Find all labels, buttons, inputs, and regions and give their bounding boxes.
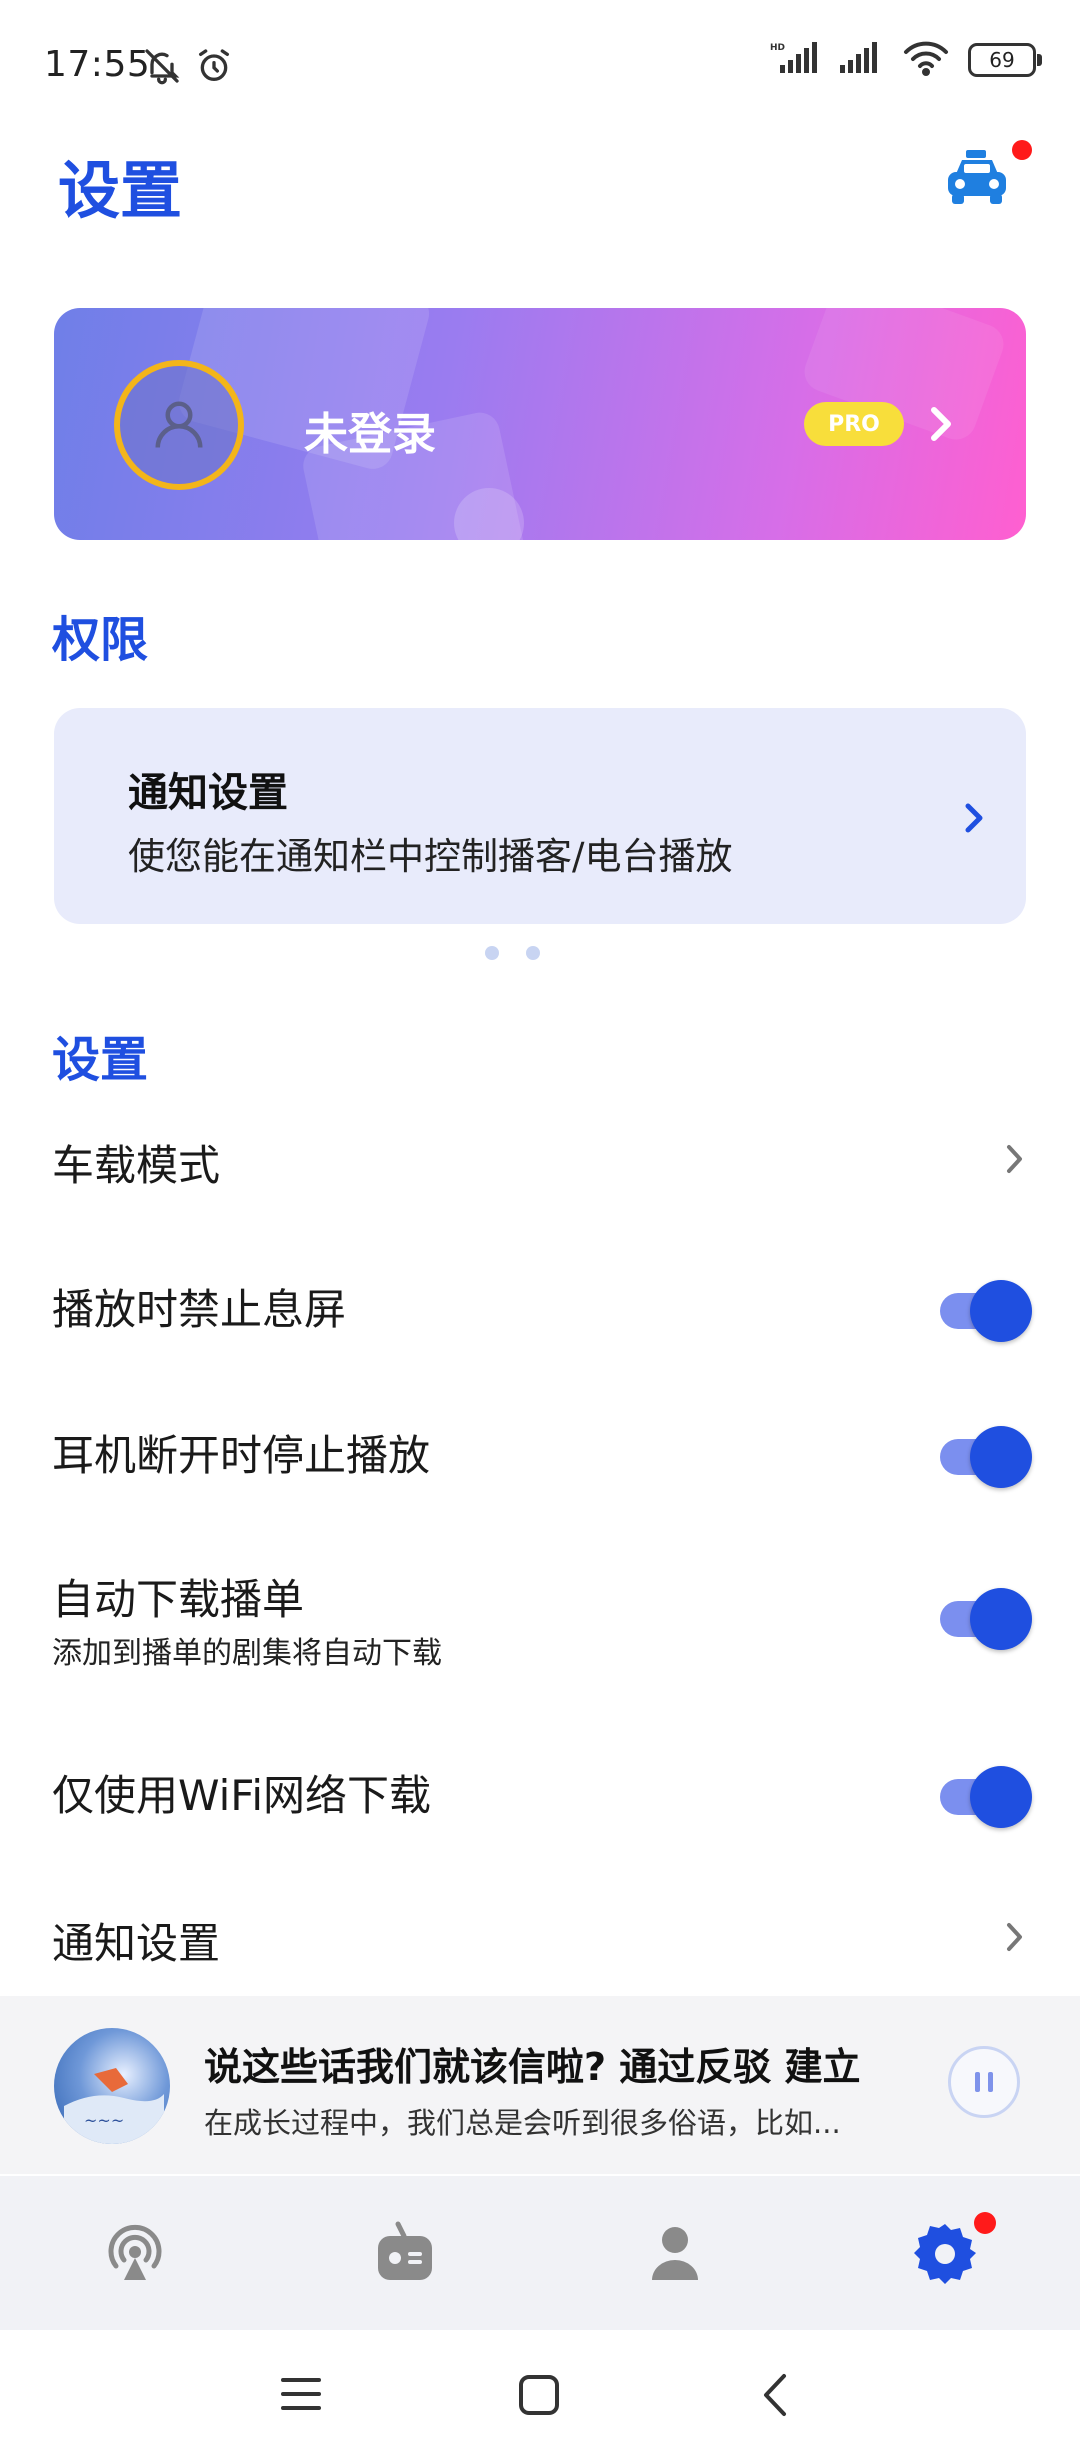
toggle-switch[interactable] — [936, 1278, 1032, 1342]
status-icons: HD 69 — [770, 40, 1042, 80]
chevron-right-icon — [1004, 1918, 1026, 1960]
battery-icon: 69 — [968, 43, 1042, 77]
notification-dot — [974, 2212, 996, 2234]
row-label: 车载模式 — [52, 1141, 221, 1190]
car-mode-button[interactable] — [944, 140, 1032, 212]
hd-signal-icon: HD — [770, 41, 820, 79]
svg-text:~~~: ~~~ — [84, 2111, 124, 2130]
settings-heading: 设置 — [52, 1032, 149, 1088]
login-status[interactable]: 未登录 — [304, 398, 436, 462]
row-label: 耳机断开时停止播放 — [52, 1431, 431, 1480]
chevron-right-icon[interactable] — [924, 396, 958, 456]
alarm-icon — [194, 46, 234, 90]
back-icon[interactable] — [760, 2372, 790, 2422]
chevron-right-icon — [962, 798, 986, 842]
episode-subtitle: 在成长过程中，我们总是会听到很多俗语，比如... — [204, 2106, 841, 2140]
wifi-icon — [902, 40, 950, 80]
toggle-switch[interactable] — [936, 1764, 1032, 1828]
bell-off-icon — [142, 46, 182, 90]
bottom-navigation — [0, 2176, 1080, 2330]
episode-title: 说这些话我们就该信啦? 通过反驳 建立 — [204, 2045, 861, 2089]
nav-radio[interactable] — [370, 2218, 440, 2288]
nav-profile[interactable] — [640, 2218, 710, 2288]
notification-dot — [1012, 140, 1032, 160]
row-sublabel: 添加到播单的剧集将自动下载 — [52, 1636, 442, 1671]
row-label: 播放时禁止息屏 — [52, 1285, 347, 1334]
pro-badge[interactable]: PRO — [804, 402, 904, 446]
toggle-switch[interactable] — [936, 1586, 1032, 1650]
settings-row-car-mode[interactable]: 车载模式 — [52, 1128, 1032, 1208]
chevron-right-icon — [1004, 1140, 1026, 1182]
profile-icon — [652, 2227, 698, 2280]
notification-permission-card[interactable]: 通知设置 使您能在通知栏中控制播客/电台播放 — [54, 708, 1026, 924]
nav-settings[interactable] — [910, 2212, 996, 2288]
podcast-icon — [108, 2224, 162, 2280]
pause-icon — [975, 2072, 980, 2092]
page-title: 设置 — [58, 154, 183, 227]
row-label: 自动下载播单 — [52, 1575, 305, 1624]
settings-row-wifi-only[interactable]: 仅使用WiFi网络下载 — [52, 1756, 1032, 1836]
avatar[interactable] — [114, 360, 244, 490]
row-label: 通知设置 — [52, 1919, 221, 1968]
settings-row-notification[interactable]: 通知设置 — [52, 1906, 1032, 1986]
settings-row-stop-on-headphone-disconnect[interactable]: 耳机断开时停止播放 — [52, 1416, 1032, 1496]
row-label: 仅使用WiFi网络下载 — [52, 1771, 432, 1820]
pause-button[interactable] — [948, 2046, 1020, 2118]
user-icon — [155, 401, 203, 448]
settings-icon — [914, 2224, 976, 2284]
toggle-switch[interactable] — [936, 1424, 1032, 1488]
home-icon[interactable] — [518, 2374, 560, 2420]
menu-icon[interactable] — [280, 2374, 322, 2418]
signal-icon — [838, 41, 884, 79]
pager-dot — [485, 946, 499, 960]
permissions-heading: 权限 — [52, 612, 149, 668]
perm-card-desc: 使您能在通知栏中控制播客/电台播放 — [128, 835, 733, 878]
system-navigation-bar — [0, 2330, 1080, 2460]
nav-podcast[interactable] — [100, 2218, 170, 2288]
perm-card-title: 通知设置 — [128, 770, 288, 816]
settings-row-auto-download[interactable]: 自动下载播单 添加到播单的剧集将自动下载 — [52, 1566, 1032, 1676]
profile-card[interactable]: 未登录 PRO — [54, 308, 1026, 540]
settings-row-keep-screen-on[interactable]: 播放时禁止息屏 — [52, 1270, 1032, 1350]
svg-text:HD: HD — [770, 43, 785, 53]
pager-dot — [526, 946, 540, 960]
car-icon — [948, 150, 1006, 204]
radio-icon — [378, 2221, 432, 2280]
status-time: 17:55 — [44, 44, 151, 85]
mini-player[interactable]: ~~~ 说这些话我们就该信啦? 通过反驳 建立 在成长过程中，我们总是会听到很多… — [0, 1996, 1080, 2174]
episode-cover[interactable]: ~~~ — [54, 2028, 170, 2144]
